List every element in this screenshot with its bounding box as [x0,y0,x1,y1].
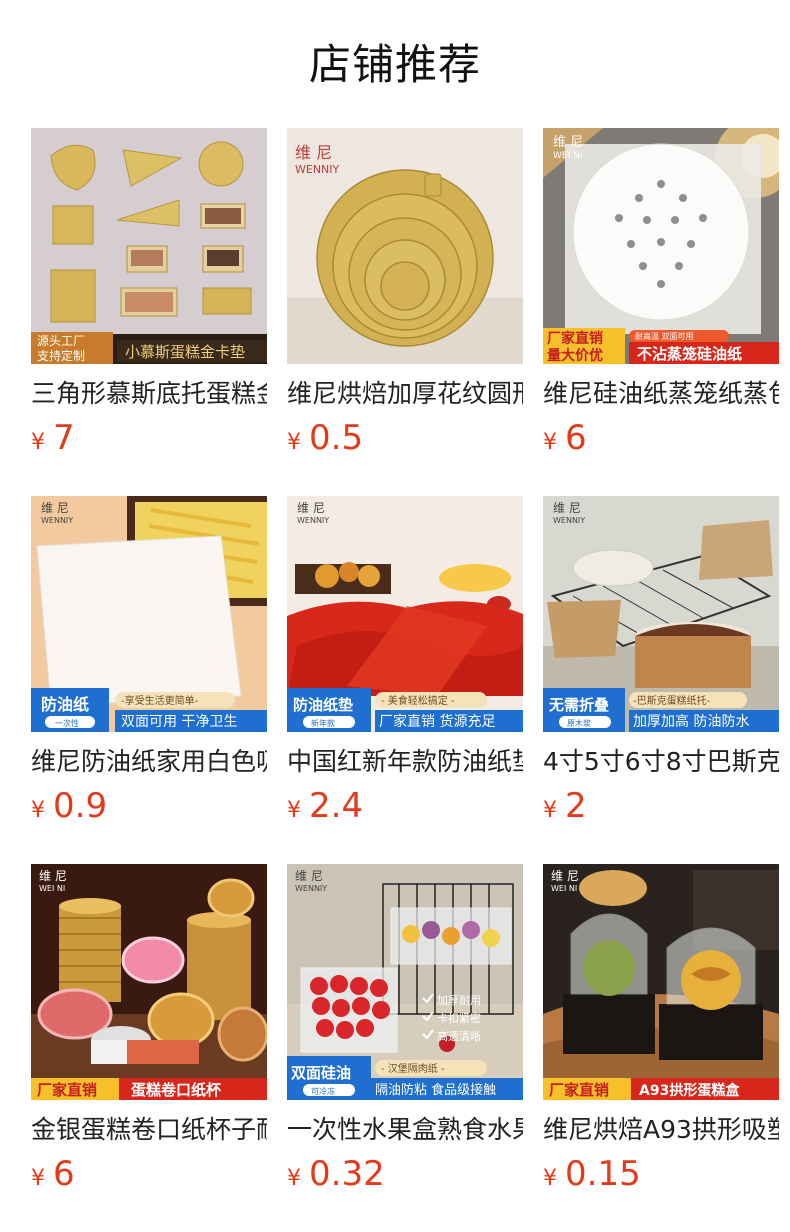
product-price: ¥7 [31,418,75,458]
banner-text: 蛋糕卷口纸杯 [131,1081,222,1099]
brand-cn: 维 尼 [551,869,579,883]
product-price: ¥6 [543,418,587,458]
badge-sub: 新年款 [311,718,335,728]
product-price: ¥2.4 [287,786,363,826]
banner-text: 双面可用 干净卫生 [121,714,237,730]
price-value: 2.4 [309,786,364,826]
banner-text: A93拱形蛋糕盒 [639,1082,740,1099]
banner-text: 隔油防粘 食品级接触 [375,1082,496,1098]
banner-text: 小慕斯蛋糕金卡垫 [125,343,245,361]
badge-sub: 原木浆 [567,718,591,728]
price-value: 0.9 [53,786,108,826]
price-value: 6 [565,418,587,458]
product-name[interactable]: 中国红新年款防油纸垫盘纸 [287,744,523,780]
badge-left: 厂家直销 [549,1081,609,1099]
badge-main: 防油纸垫 [293,696,353,714]
currency-symbol: ¥ [287,430,301,455]
product-name[interactable]: 维尼烘焙A93拱形吸塑蛋糕盒 [543,1112,779,1148]
banner-small: - 美食轻松搞定 - [381,694,455,707]
badge-left: 厂家直销 [37,1081,97,1099]
badge-sub: 可冷冻 [311,1086,335,1096]
product-price: ¥0.32 [287,1154,385,1194]
badge-main: 双面硅油 [291,1064,351,1082]
currency-symbol: ¥ [543,430,557,455]
brand-en: WENNIY [297,516,329,525]
brand-cn: 维 尼 [41,501,69,515]
product-image[interactable]: 维 尼 WEI NI 厂家直销 量大价优 耐高温 双面可用 不沾蒸笼硅油纸 [543,128,779,364]
brand-cn: 维 尼 [297,501,325,515]
price-value: 6 [53,1154,75,1194]
price-value: 7 [53,418,75,458]
brand-en: WENNIY [41,516,73,525]
banner-small: -享受生活更简单- [121,694,199,707]
currency-symbol: ¥ [287,798,301,823]
product-image[interactable]: 维 尼 WENNIY [287,128,523,364]
badge-main: 防油纸 [41,695,89,714]
currency-symbol: ¥ [31,798,45,823]
brand-cn: 维 尼 [295,869,323,883]
product-price: ¥0.9 [31,786,107,826]
brand-cn: 维 尼 [553,135,583,150]
product-name[interactable]: 维尼烘焙加厚花纹圆形蛋糕垫 [287,376,523,412]
page-header: 店铺推荐 [0,0,790,110]
brand-en: WENNIY [295,884,327,893]
brand-en: WEI NI [39,884,65,893]
banner-small: -巴斯克蛋糕纸托- [633,694,711,707]
product-price: ¥2 [543,786,587,826]
brand-cn: 维 尼 [553,501,581,515]
banner-text: 不沾蒸笼硅油纸 [637,345,742,363]
banner-text: 厂家直销 货源充足 [379,713,495,730]
product-image[interactable]: 维 尼 WEI NI 厂家直销 A93拱形蛋糕盒 [543,864,779,1100]
brand-en: WENNIY [295,163,340,176]
brand-en: WENNIY [553,516,585,525]
product-name[interactable]: 4寸5寸6寸8寸巴斯克蛋糕纸托 [543,744,779,780]
banner-text: 加厚加高 防油防水 [633,713,749,730]
brand-en: WEI NI [553,151,583,161]
currency-symbol: ¥ [31,430,45,455]
badge-sub: 一次性 [55,718,79,728]
badge-left-top: 厂家直销 [547,330,603,347]
currency-symbol: ¥ [287,1166,301,1191]
product-name[interactable]: 维尼硅油纸蒸笼纸蒸包子垫纸 [543,376,779,412]
product-name[interactable]: 维尼防油纸家用白色吸油纸 [31,744,267,780]
product-name[interactable]: 一次性水果盒熟食水果打包盒 [287,1112,523,1148]
product-image[interactable]: 维 尼 WENNIY 加厚耐用 卡扣紧密 高透清晰 双面硅油 可冷冻 - 汉堡隔… [287,864,523,1100]
brand-cn: 维 尼 [295,143,332,162]
badge-left-bottom: 量大价优 [547,347,603,364]
product-price: ¥6 [31,1154,75,1194]
product-image[interactable]: 维 尼 WENNIY 无需折叠 原木浆 -巴斯克蛋糕纸托- 加厚加高 防油防水 [543,496,779,732]
check-item: 高透清晰 [437,1029,481,1043]
page-title: 店铺推荐 [308,40,481,89]
price-value: 0.32 [309,1154,385,1194]
price-value: 2 [565,786,587,826]
product-name[interactable]: 金银蛋糕卷口纸杯子耐高温 [31,1112,267,1148]
check-item: 卡扣紧密 [437,1011,481,1025]
badge-left-top: 源头工厂 [37,334,85,348]
product-price: ¥0.5 [287,418,363,458]
price-value: 0.15 [565,1154,641,1194]
currency-symbol: ¥ [543,1166,557,1191]
brand-cn: 维 尼 [39,869,67,883]
product-image[interactable]: 源头工厂 支持定制 小慕斯蛋糕金卡垫 [31,128,267,364]
product-image[interactable]: 维 尼 WENNIY 防油纸垫 新年款 - 美食轻松搞定 - 厂家直销 货源充足 [287,496,523,732]
product-image[interactable]: 维 尼 WENNIY 防油纸 一次性 -享受生活更简单- 双面可用 干净卫生 [31,496,267,732]
banner-small: 耐高温 双面可用 [635,331,694,341]
brand-en: WEI NI [551,884,577,893]
currency-symbol: ¥ [31,1166,45,1191]
currency-symbol: ¥ [543,798,557,823]
badge-main: 无需折叠 [548,696,609,714]
product-image[interactable]: 维 尼 WEI NI 厂家直销 蛋糕卷口纸杯 [31,864,267,1100]
product-name[interactable]: 三角形慕斯底托蛋糕金卡垫 [31,376,267,412]
banner-small: - 汉堡隔肉纸 - [381,1062,445,1075]
check-item: 加厚耐用 [437,994,481,1007]
price-value: 0.5 [309,418,364,458]
badge-left-bottom: 支持定制 [37,348,85,363]
product-price: ¥0.15 [543,1154,641,1194]
